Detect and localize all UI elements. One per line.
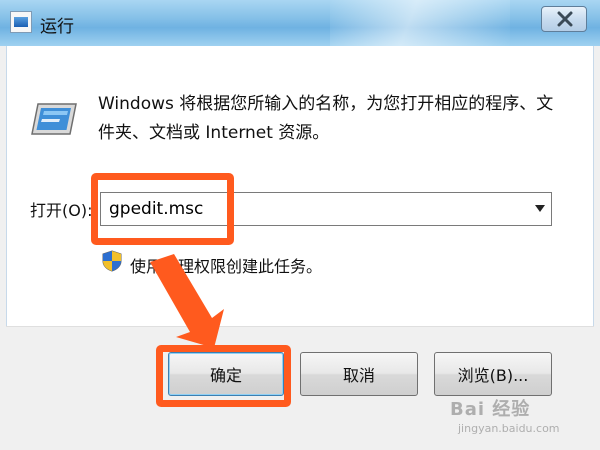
watermark: Bai 经验 — [450, 399, 531, 420]
watermark-url: jingyan.baidu.com — [458, 422, 560, 435]
annotation-arrow — [150, 254, 224, 348]
